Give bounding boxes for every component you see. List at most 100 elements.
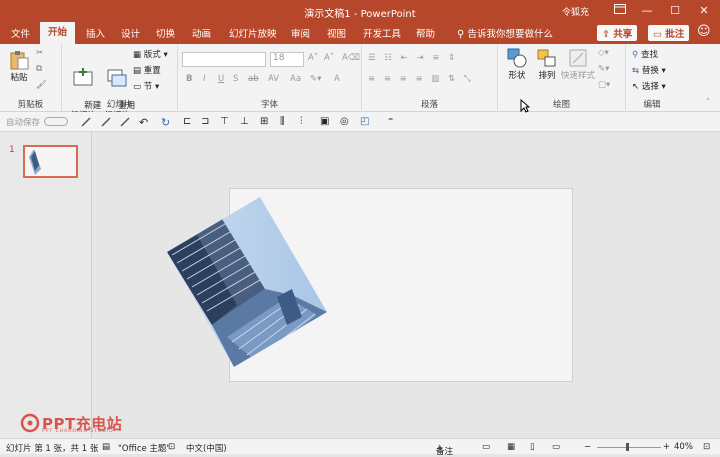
building-photo[interactable]: [167, 197, 327, 367]
tab-help[interactable]: 帮助: [416, 26, 435, 40]
reset-icon: ▤: [133, 66, 142, 76]
group-icon[interactable]: ▣: [320, 116, 332, 128]
section-button[interactable]: ▭ 节 ▾: [133, 80, 159, 92]
theme-name: "Office 主题": [118, 444, 171, 454]
cut-icon[interactable]: ✂: [36, 48, 43, 58]
tab-view[interactable]: 视图: [327, 26, 346, 40]
font-color-button[interactable]: A: [334, 74, 340, 84]
tab-developer[interactable]: 开发工具: [363, 26, 401, 40]
align-top-icon[interactable]: ⊥: [240, 116, 252, 128]
format-painter-icon[interactable]: 🖌: [36, 80, 47, 90]
close-button[interactable]: ✕: [690, 0, 718, 22]
copy-icon[interactable]: ⧉: [36, 64, 42, 74]
minimize-button[interactable]: —: [633, 0, 661, 22]
merge-shapes-icon[interactable]: ◎: [340, 116, 352, 128]
char-spacing-button[interactable]: AV: [268, 74, 279, 84]
pen-icon[interactable]: [80, 116, 92, 128]
reset-button[interactable]: ▤ 重置: [133, 64, 161, 76]
logo-icon: [20, 413, 40, 433]
tab-slideshow[interactable]: 幻灯片放映: [229, 26, 277, 40]
title-bar: 演示文稿1 - PowerPoint 令狐充 — ☐ ✕: [0, 0, 720, 22]
shape-fill-icon[interactable]: ◇▾: [598, 48, 609, 58]
reading-view-icon[interactable]: ▯: [530, 442, 535, 452]
tab-file[interactable]: 文件: [11, 26, 30, 40]
feedback-smiley-icon[interactable]: ☺: [697, 24, 711, 39]
shadow-button[interactable]: S: [233, 74, 238, 84]
distribute-v-icon[interactable]: ⫶: [300, 116, 312, 128]
layout-button[interactable]: ▦ 版式 ▾: [133, 48, 168, 60]
format-icon[interactable]: ◰: [360, 116, 372, 128]
fit-slide-icon[interactable]: ⊡: [703, 442, 710, 452]
font-name-box[interactable]: [182, 52, 266, 67]
tell-me-search[interactable]: ⚲ 告诉我你想要做什么: [457, 26, 553, 40]
zoom-slider[interactable]: [597, 447, 661, 448]
comments-button[interactable]: ▭ 批注: [648, 25, 690, 41]
logo-subtitle: PPT CHARGING STUDIO: [42, 429, 114, 434]
list-buttons-icon[interactable]: ☰ ☷ ⇤ ⇥ ≡ ⇕: [368, 53, 458, 63]
clear-format-icon[interactable]: A⌫: [342, 53, 360, 63]
select-button[interactable]: ↖ 选择 ▾: [632, 80, 666, 92]
font-size-box[interactable]: 18: [270, 52, 304, 67]
pen3-icon[interactable]: [119, 116, 131, 128]
tab-review[interactable]: 审阅: [291, 26, 310, 40]
slideshow-icon[interactable]: ▭: [552, 442, 560, 452]
decrease-font-icon[interactable]: A˅: [324, 53, 334, 63]
highlight-icon[interactable]: ✎▾: [310, 74, 321, 84]
strikethrough-button[interactable]: ab: [248, 74, 259, 84]
tab-home[interactable]: 开始: [40, 22, 76, 44]
tab-transitions[interactable]: 切换: [156, 26, 175, 40]
editing-group-label: 编辑: [643, 100, 661, 110]
slide-thumbnail[interactable]: [23, 145, 78, 178]
align-middle-icon[interactable]: ⊞: [260, 116, 272, 128]
accessibility-icon[interactable]: ⊡: [168, 442, 175, 452]
spellcheck-icon[interactable]: ▤: [102, 442, 110, 452]
zoom-level[interactable]: 40%: [674, 442, 693, 452]
shape-outline-icon[interactable]: ✎▾: [598, 64, 609, 74]
slide-sorter-icon[interactable]: ▦: [507, 442, 515, 452]
normal-view-icon[interactable]: ▭: [482, 442, 490, 452]
align-center-icon[interactable]: ⊐: [201, 116, 213, 128]
find-button[interactable]: ⚲ 查找: [632, 48, 658, 60]
paste-button[interactable]: 粘贴: [6, 49, 32, 83]
share-button[interactable]: ⇪ 共享: [597, 25, 638, 41]
collapse-ribbon-icon[interactable]: ˄: [706, 98, 710, 108]
replace-button[interactable]: ⇆ 替换 ▾: [632, 64, 666, 76]
user-name[interactable]: 令狐充: [562, 5, 589, 18]
tell-me-label: 告诉我你想要做什么: [467, 29, 554, 40]
change-case-button[interactable]: Aa: [290, 74, 301, 84]
pen2-icon[interactable]: [100, 116, 112, 128]
bold-button[interactable]: B: [186, 74, 192, 84]
align-buttons-icon[interactable]: ≡ ≡ ≡ ≡ ▥ ⇅ ⤡: [368, 74, 474, 84]
language[interactable]: 中文(中国): [186, 442, 227, 454]
drawing-group-label: 绘图: [552, 100, 570, 110]
shape-effects-icon[interactable]: ▢▾: [598, 80, 610, 90]
zoom-in-button[interactable]: +: [663, 442, 670, 452]
undo-icon[interactable]: ↶: [139, 116, 151, 129]
increase-font-icon[interactable]: A˄: [308, 53, 318, 63]
maximize-button[interactable]: ☐: [661, 0, 689, 22]
ribbon-display-icon[interactable]: [606, 0, 634, 22]
quick-styles-button[interactable]: 快速样式: [560, 47, 596, 81]
replace-label: 替换: [641, 66, 659, 76]
slides-group-label: 幻灯片: [106, 100, 133, 110]
align-left-icon[interactable]: ⊏: [183, 116, 195, 128]
tab-design[interactable]: 设计: [121, 26, 140, 40]
tab-animations[interactable]: 动画: [192, 26, 211, 40]
align-right-icon[interactable]: ⊤: [220, 116, 232, 128]
distribute-icon[interactable]: ⫼: [280, 116, 292, 128]
zoom-slider-thumb[interactable]: [626, 443, 629, 451]
customize-qat-icon[interactable]: ⁼: [388, 116, 400, 128]
underline-button[interactable]: U: [218, 74, 224, 84]
arrange-button[interactable]: 排列: [532, 47, 562, 81]
tab-insert[interactable]: 插入: [86, 26, 105, 40]
thumbnail-image: [29, 149, 41, 175]
zoom-out-button[interactable]: −: [584, 442, 591, 452]
share-label: 共享: [613, 29, 633, 40]
group-editing: ⚲ 查找 ⇆ 替换 ▾ ↖ 选择 ▾ 编辑: [626, 44, 678, 112]
group-drawing: 形状 排列 快速样式 ◇▾ ✎▾ ▢▾ 绘图: [498, 44, 626, 112]
autosave-toggle[interactable]: [44, 117, 68, 126]
comment-icon: ▭: [653, 29, 662, 40]
redo-icon[interactable]: ↻: [161, 116, 173, 129]
italic-button[interactable]: I: [203, 74, 206, 84]
shape-button[interactable]: 形状: [502, 47, 532, 81]
